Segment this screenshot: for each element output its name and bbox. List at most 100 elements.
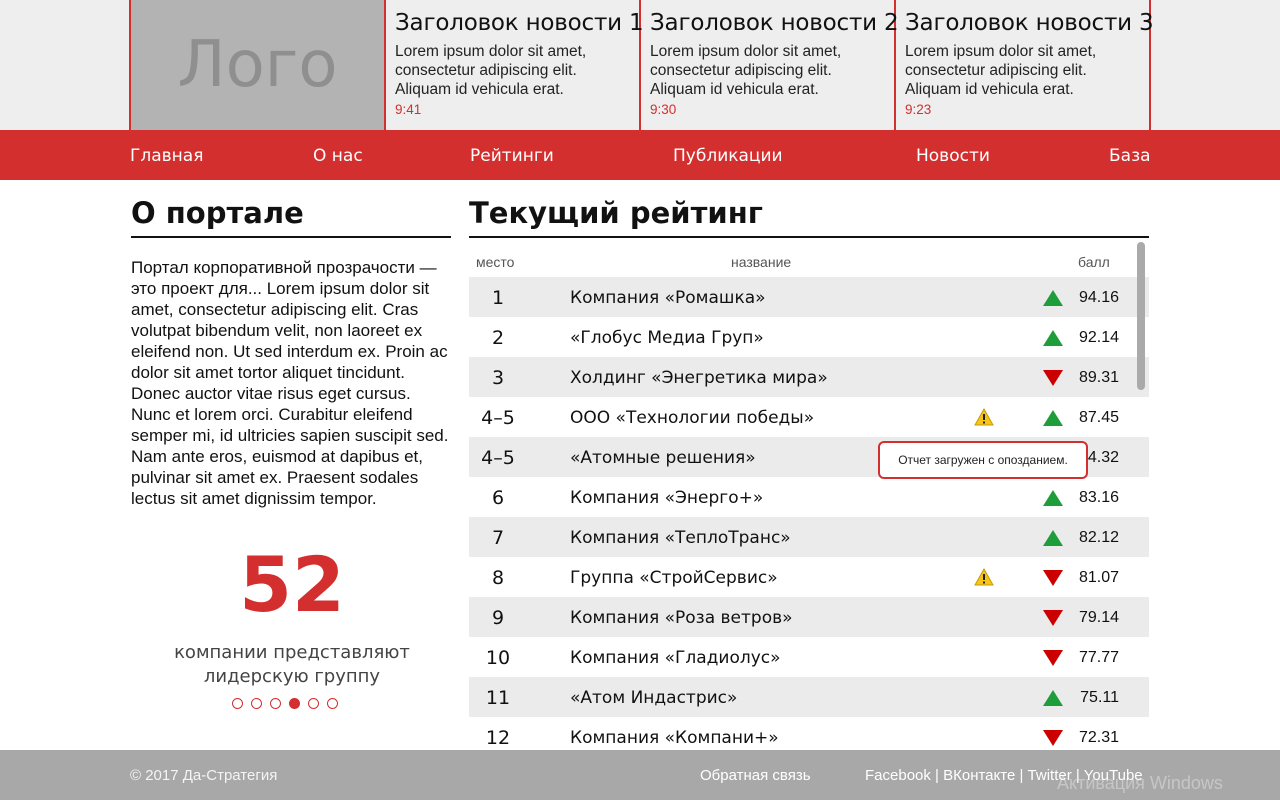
news-card-2[interactable]: Заголовок новости 2 Lorem ipsum dolor si… xyxy=(641,0,899,130)
row-score: 82.12 xyxy=(1079,529,1120,546)
table-row[interactable]: 3 Холдинг «Энегретика мира» 89.31 xyxy=(469,357,1149,397)
row-company-name[interactable]: Компания «Компани+» xyxy=(570,728,779,748)
trend-up-icon xyxy=(1043,290,1063,306)
carousel-dot[interactable] xyxy=(232,698,243,709)
row-company-name[interactable]: Холдинг «Энегретика мира» xyxy=(570,368,828,388)
trend-up-icon xyxy=(1043,490,1063,506)
row-score: 87.45 xyxy=(1079,409,1120,426)
trend-down-icon xyxy=(1043,730,1063,746)
news-text: Lorem ipsum dolor sit amet, consectetur … xyxy=(395,43,587,98)
trend-up-icon xyxy=(1043,410,1063,426)
row-place: 6 xyxy=(491,487,505,509)
carousel-dots xyxy=(232,698,338,709)
table-row[interactable]: 1 Компания «Ромашка» 94.16 xyxy=(469,277,1149,317)
windows-activation-watermark: Активация Windows xyxy=(1057,773,1223,793)
late-report-tooltip: Отчет загружен с опозданием. xyxy=(878,441,1088,479)
row-company-name[interactable]: «Атомные решения» xyxy=(570,448,756,468)
about-text: Портал корпоративной прозрачости — это п… xyxy=(131,258,449,508)
feedback-link[interactable]: Обратная связь xyxy=(700,767,811,784)
row-score: 75.11 xyxy=(1080,689,1119,706)
table-row[interactable]: 6 Компания «Энерго+» 83.16 xyxy=(469,477,1149,517)
trend-up-icon xyxy=(1043,330,1063,346)
row-score: 92.14 xyxy=(1079,329,1120,346)
carousel-dot[interactable] xyxy=(308,698,319,709)
row-place: 7 xyxy=(491,527,505,549)
trend-up-icon xyxy=(1043,530,1063,546)
vkontakte-link[interactable]: ВКонтакте xyxy=(943,767,1015,784)
row-company-name[interactable]: Компания «Энерго+» xyxy=(570,488,763,508)
news-title[interactable]: Заголовок новости 1 xyxy=(395,10,644,36)
about-title: О портале xyxy=(131,196,304,230)
nav-item-news[interactable]: Новости xyxy=(916,146,990,166)
row-company-name[interactable]: Компания «Гладиолус» xyxy=(570,648,781,668)
warning-icon[interactable] xyxy=(974,408,994,426)
table-scrollbar[interactable] xyxy=(1137,242,1145,390)
trend-up-icon xyxy=(1043,690,1063,706)
trend-down-icon xyxy=(1043,370,1063,386)
copyright: © 2017 Да-Стратегия xyxy=(130,767,278,784)
table-row[interactable]: 8 Группа «СтройСервис» 81.07 xyxy=(469,557,1149,597)
table-row[interactable]: 7 Компания «ТеплоТранс» 82.12 xyxy=(469,517,1149,557)
table-row[interactable]: 2 «Глобус Медиа Груп» 92.14 xyxy=(469,317,1149,357)
row-place: 8 xyxy=(491,567,505,589)
row-company-name[interactable]: «Атом Индастрис» xyxy=(570,688,737,708)
stat-number: 52 xyxy=(239,540,345,629)
table-row[interactable]: 4–5 ООО «Технологии победы» 87.45 xyxy=(469,397,1149,437)
news-card-1[interactable]: Заголовок новости 1 Lorem ipsum dolor si… xyxy=(386,0,644,130)
nav-item-publications[interactable]: Публикации xyxy=(673,146,783,166)
row-place: 11 xyxy=(485,687,511,709)
nav-item-home[interactable]: Главная xyxy=(130,146,203,166)
trend-down-icon xyxy=(1043,610,1063,626)
row-company-name[interactable]: Компания «Ромашка» xyxy=(570,288,766,308)
row-place: 10 xyxy=(485,647,511,669)
carousel-dot[interactable] xyxy=(270,698,281,709)
trend-down-icon xyxy=(1043,650,1063,666)
row-place: 12 xyxy=(485,727,511,749)
news-title[interactable]: Заголовок новости 2 xyxy=(650,10,899,36)
row-place: 1 xyxy=(491,287,505,309)
rating-title: Текущий рейтинг xyxy=(469,196,763,230)
row-place: 2 xyxy=(491,327,505,349)
row-score: 81.07 xyxy=(1079,569,1120,586)
nav-item-database[interactable]: База xyxy=(1109,146,1151,166)
warning-icon[interactable] xyxy=(974,568,994,586)
header: Лого Заголовок новости 1 Lorem ipsum dol… xyxy=(0,0,1280,130)
row-score: 77.77 xyxy=(1079,649,1120,666)
carousel-dot[interactable] xyxy=(289,698,300,709)
row-score: 83.16 xyxy=(1079,489,1120,506)
carousel-dot[interactable] xyxy=(327,698,338,709)
row-place: 4–5 xyxy=(481,407,515,429)
row-score: 94.16 xyxy=(1079,289,1120,306)
facebook-link[interactable]: Facebook xyxy=(865,767,931,784)
divider xyxy=(469,236,1149,238)
column-header-place[interactable]: место xyxy=(476,254,514,270)
divider xyxy=(131,236,451,238)
main-nav: Главная О нас Рейтинги Публикации Новост… xyxy=(0,130,1280,180)
news-text: Lorem ipsum dolor sit amet, consectetur … xyxy=(905,43,1097,98)
column-header-name[interactable]: название xyxy=(731,254,791,270)
stat-caption: компании представляют лидерскую группу xyxy=(174,642,410,687)
row-score: 79.14 xyxy=(1079,609,1120,626)
row-company-name[interactable]: Компания «Роза ветров» xyxy=(570,608,793,628)
table-row[interactable]: 11 «Атом Индастрис» 75.11 xyxy=(469,677,1149,717)
row-score: 89.31 xyxy=(1079,369,1120,386)
logo-text: Лого xyxy=(177,28,338,102)
news-text: Lorem ipsum dolor sit amet, consectetur … xyxy=(650,43,842,98)
row-score: 72.31 xyxy=(1079,729,1120,746)
row-company-name[interactable]: Компания «ТеплоТранс» xyxy=(570,528,791,548)
table-row[interactable]: 9 Компания «Роза ветров» 79.14 xyxy=(469,597,1149,637)
row-place: 3 xyxy=(491,367,505,389)
news-time: 9:41 xyxy=(395,102,422,117)
trend-down-icon xyxy=(1043,570,1063,586)
column-header-score[interactable]: балл xyxy=(1078,254,1110,270)
nav-item-ratings[interactable]: Рейтинги xyxy=(470,146,554,166)
carousel-dot[interactable] xyxy=(251,698,262,709)
table-row[interactable]: 10 Компания «Гладиолус» 77.77 xyxy=(469,637,1149,677)
logo[interactable]: Лого xyxy=(129,0,386,130)
nav-item-about[interactable]: О нас xyxy=(313,146,363,166)
row-company-name[interactable]: «Глобус Медиа Груп» xyxy=(570,328,764,348)
news-card-3[interactable]: Заголовок новости 3 Lorem ipsum dolor si… xyxy=(896,0,1154,130)
row-company-name[interactable]: ООО «Технологии победы» xyxy=(570,408,814,428)
news-title[interactable]: Заголовок новости 3 xyxy=(905,10,1154,36)
row-company-name[interactable]: Группа «СтройСервис» xyxy=(570,568,778,588)
